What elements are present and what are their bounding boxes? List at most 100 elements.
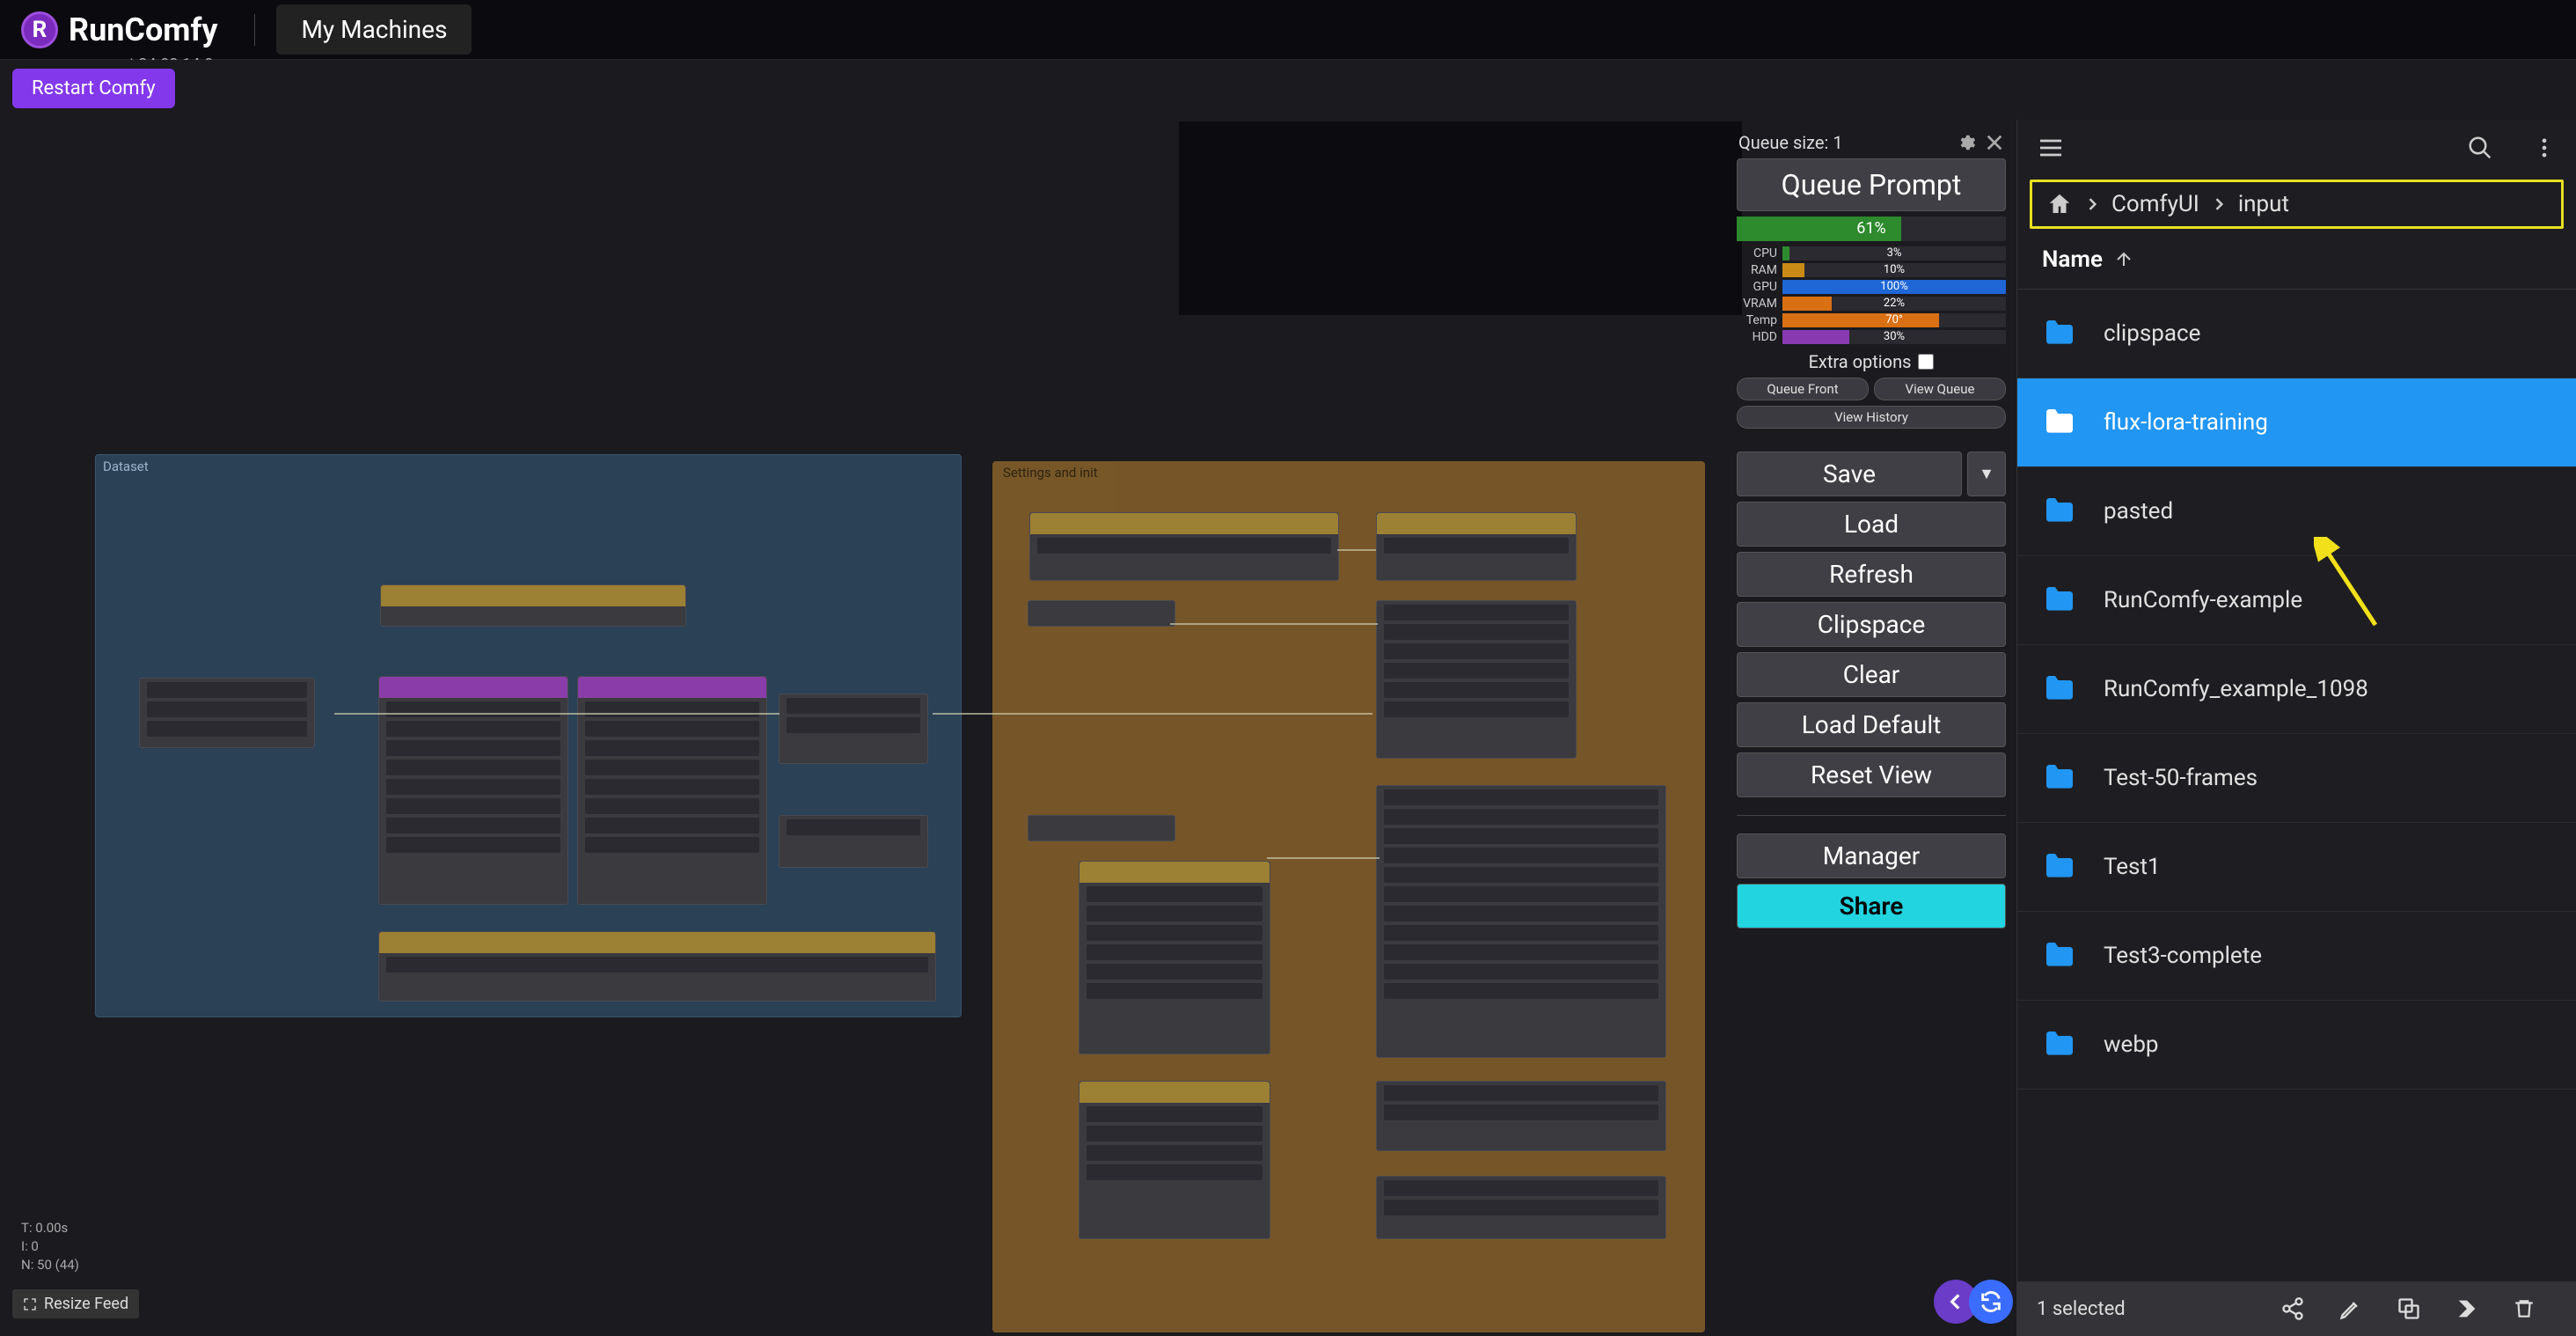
node-block[interactable] bbox=[1376, 1176, 1666, 1239]
my-machines-button[interactable]: My Machines bbox=[276, 4, 472, 55]
node-block[interactable] bbox=[139, 678, 315, 748]
metric-value: 70° bbox=[1885, 313, 1902, 327]
home-icon[interactable] bbox=[2046, 191, 2073, 217]
node-block[interactable] bbox=[1376, 600, 1577, 759]
file-list-item[interactable]: RunComfy_example_1098 bbox=[2017, 645, 2576, 734]
folder-icon bbox=[2042, 760, 2077, 796]
clear-button[interactable]: Clear bbox=[1737, 652, 2006, 697]
metric-label: GPU bbox=[1737, 280, 1777, 294]
node-block[interactable] bbox=[1028, 600, 1175, 627]
node-canvas[interactable]: Dataset Settings and init T: 0.00 bbox=[0, 60, 2016, 1336]
wire bbox=[1337, 549, 1376, 551]
node-block[interactable] bbox=[577, 676, 767, 905]
metric-row: VRAM 22% bbox=[1737, 297, 2006, 311]
file-item-label: clipspace bbox=[2104, 320, 2200, 347]
refresh-circle-button[interactable] bbox=[1969, 1280, 2013, 1324]
queue-front-button[interactable]: Queue Front bbox=[1737, 378, 1869, 400]
node-block[interactable] bbox=[380, 584, 686, 627]
sort-asc-icon[interactable] bbox=[2113, 249, 2134, 270]
node-block[interactable] bbox=[378, 931, 936, 1002]
file-list-item[interactable]: webp bbox=[2017, 1001, 2576, 1090]
extra-options-label: Extra options bbox=[1809, 351, 1912, 372]
file-list-item[interactable]: clipspace bbox=[2017, 290, 2576, 378]
gear-icon[interactable] bbox=[1957, 133, 1976, 152]
file-panel-bottom-bar: 1 selected bbox=[2017, 1281, 2576, 1336]
share-icon[interactable] bbox=[2280, 1296, 2305, 1321]
progress-bar: 61% bbox=[1737, 217, 2006, 241]
manager-button[interactable]: Manager bbox=[1737, 833, 2006, 878]
node-block[interactable] bbox=[779, 694, 928, 764]
node-block[interactable] bbox=[1029, 512, 1339, 581]
copy-icon[interactable] bbox=[2397, 1296, 2421, 1321]
node-block[interactable] bbox=[1028, 815, 1175, 841]
metric-value: 22% bbox=[1884, 297, 1905, 311]
metric-bar: 70° bbox=[1782, 313, 2006, 327]
metric-label: VRAM bbox=[1737, 297, 1777, 311]
metric-label: CPU bbox=[1737, 246, 1777, 261]
file-list-item[interactable]: Test1 bbox=[2017, 823, 2576, 912]
more-vert-icon[interactable] bbox=[2532, 136, 2557, 160]
load-default-button[interactable]: Load Default bbox=[1737, 702, 2006, 747]
view-history-button[interactable]: View History bbox=[1737, 406, 2006, 429]
comfy-control-panel: Queue size: 1 Queue Prompt 61% CPU 3% RA… bbox=[1737, 132, 2006, 934]
file-list-item[interactable]: Test-50-frames bbox=[2017, 734, 2576, 823]
reset-view-button[interactable]: Reset View bbox=[1737, 752, 2006, 797]
hamburger-icon[interactable] bbox=[2037, 134, 2065, 162]
resize-icon bbox=[23, 1297, 37, 1311]
load-button[interactable]: Load bbox=[1737, 502, 2006, 547]
file-list-item[interactable]: RunComfy-example bbox=[2017, 556, 2576, 645]
brand: R RunComfy current 24.08.14.0 bbox=[0, 11, 238, 48]
file-item-label: Test3-complete bbox=[2104, 943, 2262, 969]
file-list-item[interactable]: flux-lora-training bbox=[2017, 378, 2576, 467]
metric-fill bbox=[1782, 263, 1804, 277]
share-button[interactable]: Share bbox=[1737, 884, 2006, 929]
extra-options-checkbox[interactable] bbox=[1918, 354, 1934, 370]
metric-bar: 22% bbox=[1782, 297, 2006, 311]
view-queue-button[interactable]: View Queue bbox=[1874, 378, 2006, 400]
metric-fill bbox=[1782, 246, 1789, 261]
file-panel-top bbox=[2017, 120, 2576, 176]
close-icon[interactable] bbox=[1985, 133, 2004, 152]
metric-row: CPU 3% bbox=[1737, 246, 2006, 261]
node-block[interactable] bbox=[1376, 512, 1577, 581]
folder-icon bbox=[2042, 672, 2077, 707]
canvas-dark-region bbox=[1179, 121, 1742, 315]
folder-icon bbox=[2042, 316, 2077, 351]
delete-icon[interactable] bbox=[2513, 1297, 2536, 1320]
file-list-item[interactable]: Test3-complete bbox=[2017, 912, 2576, 1001]
metric-value: 100% bbox=[1880, 280, 1907, 294]
breadcrumb-item[interactable]: ComfyUI bbox=[2111, 191, 2199, 217]
metric-label: RAM bbox=[1737, 263, 1777, 277]
metric-fill bbox=[1782, 297, 1832, 311]
queue-size-label: Queue size: 1 bbox=[1738, 132, 1843, 153]
metric-bar: 100% bbox=[1782, 280, 2006, 294]
node-block[interactable] bbox=[1079, 1081, 1270, 1239]
refresh-button[interactable]: Refresh bbox=[1737, 552, 2006, 597]
queue-prompt-button[interactable]: Queue Prompt bbox=[1737, 158, 2006, 211]
move-icon[interactable] bbox=[2455, 1296, 2479, 1321]
node-block[interactable] bbox=[1079, 861, 1270, 1054]
node-block[interactable] bbox=[1376, 1081, 1666, 1151]
metric-value: 10% bbox=[1884, 263, 1905, 277]
app-header: R RunComfy current 24.08.14.0 My Machine… bbox=[0, 0, 2576, 60]
node-block[interactable] bbox=[378, 676, 568, 905]
search-icon[interactable] bbox=[2467, 135, 2493, 161]
node-block[interactable] bbox=[1376, 785, 1666, 1058]
restart-comfy-button[interactable]: Restart Comfy bbox=[12, 69, 175, 108]
clipspace-button[interactable]: Clipspace bbox=[1737, 602, 2006, 647]
metric-value: 3% bbox=[1887, 246, 1902, 261]
edit-icon[interactable] bbox=[2338, 1296, 2363, 1321]
save-dropdown[interactable]: ▼ bbox=[1967, 451, 2006, 496]
file-list-header[interactable]: Name bbox=[2017, 241, 2576, 290]
breadcrumb-item[interactable]: input bbox=[2238, 191, 2289, 217]
resize-feed-button[interactable]: Resize Feed bbox=[12, 1289, 139, 1318]
save-button[interactable]: Save bbox=[1737, 451, 1962, 496]
file-item-label: flux-lora-training bbox=[2104, 409, 2268, 436]
metric-bar: 30% bbox=[1782, 330, 2006, 344]
node-block[interactable] bbox=[779, 815, 928, 868]
subheader: Restart Comfy bbox=[12, 69, 175, 108]
file-list-item[interactable]: pasted bbox=[2017, 467, 2576, 556]
metric-row: HDD 30% bbox=[1737, 330, 2006, 344]
selection-count: 1 selected bbox=[2037, 1298, 2126, 1320]
extra-options-row: Extra options bbox=[1737, 351, 2006, 372]
